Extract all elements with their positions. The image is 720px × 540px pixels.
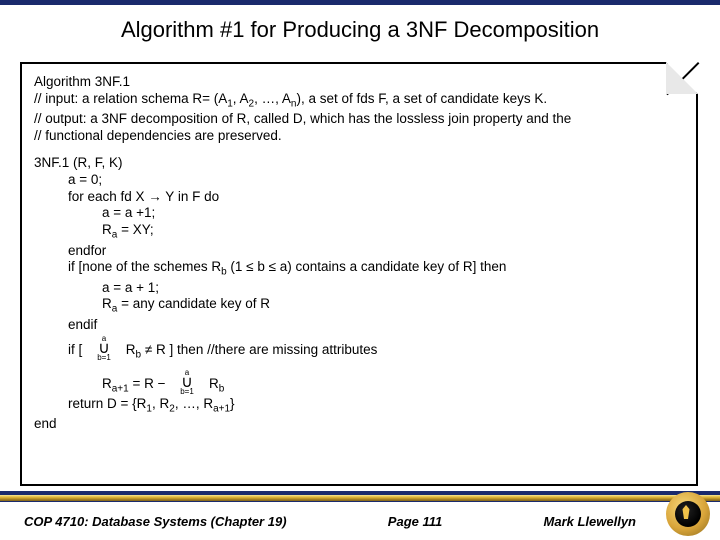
ret-close: } [230, 396, 235, 411]
line-return: return D = {R1, R2, …, Ra+1} [34, 396, 684, 416]
sub-2: 2 [249, 99, 255, 110]
algorithm-content: Algorithm 3NF.1 // input: a relation sch… [22, 64, 696, 439]
svg-text:b=1: b=1 [180, 387, 194, 394]
r-minus: R − [144, 376, 165, 391]
slide-title: Algorithm #1 for Producing a 3NF Decompo… [0, 5, 720, 53]
line-incr2: a = a + 1; [34, 280, 684, 297]
footer-gold-bar [0, 492, 720, 502]
input-line: // input: a relation schema R= (A1, A2, … [34, 91, 684, 111]
input-prefix: // input: a relation schema R= (A [34, 91, 227, 106]
rb-sub: b [136, 349, 142, 360]
rb-r2: R [209, 376, 219, 391]
sub-ap1: a+1 [112, 383, 129, 394]
line-raplus1: Ra+1 = R − a ∪ b=1 Rb [34, 368, 684, 396]
svg-text:b=1: b=1 [97, 353, 111, 360]
rb-r: R [126, 342, 136, 357]
if-post: a) contains a candidate key of R] then [276, 259, 506, 274]
footer: COP 4710: Database Systems (Chapter 19) … [0, 492, 720, 540]
line-end: end [34, 416, 684, 433]
rb-sub2: b [219, 383, 225, 394]
foreach-pre: for each fd X [68, 189, 148, 204]
algorithm-box: Algorithm 3NF.1 // input: a relation sch… [20, 62, 698, 486]
leq-2: ≤ [269, 259, 276, 274]
line-endfor: endfor [34, 243, 684, 260]
output-line-2: // functional dependencies are preserved… [34, 128, 684, 145]
line-ra-xy: Ra = XY; [34, 222, 684, 242]
union-symbol-1: a ∪ b=1 [86, 334, 122, 360]
algorithm-body: 3NF.1 (R, F, K) a = 0; for each fd X → Y… [34, 155, 684, 433]
eq-key: = any candidate key of R [117, 296, 270, 311]
neq-icon: ≠ [145, 342, 152, 357]
ellipsis: … [262, 91, 276, 106]
eq3: = [129, 376, 144, 391]
slide: Algorithm #1 for Producing a 3NF Decompo… [0, 0, 720, 540]
line-foreach: for each fd X → Y in F do [34, 189, 684, 206]
logo-pegasus-icon [675, 501, 701, 527]
signature: 3NF.1 (R, F, K) [34, 155, 684, 172]
output-line-1: // output: a 3NF decomposition of R, cal… [34, 111, 684, 128]
input-tail: ), a set of fds F, a set of candidate ke… [296, 91, 547, 106]
leq-1: ≤ [246, 259, 253, 274]
paren: (1 [227, 259, 247, 274]
line-if-candidate: if [none of the schemes Rb (1 ≤ b ≤ a) c… [34, 259, 684, 279]
ret-pre: return D = {R [68, 396, 146, 411]
if2-post: ] then //there are missing attributes [170, 342, 378, 357]
ucf-logo [666, 492, 710, 536]
ra: R [102, 222, 112, 237]
if-pre: if [none of the schemes R [68, 259, 221, 274]
ra3: R [102, 376, 112, 391]
algorithm-name: Algorithm 3NF.1 [34, 74, 684, 91]
line-endif: endif [34, 317, 684, 334]
if2-pre: if [ [68, 342, 86, 357]
line-a-init: a = 0; [34, 172, 684, 189]
ra2: R [102, 296, 112, 311]
footer-center: Page 111 [287, 514, 544, 529]
line-incr: a = a +1; [34, 205, 684, 222]
line-if-missing: if [ a ∪ b=1 Rb ≠ R ] then //there are m… [34, 334, 684, 362]
union-symbol-2: a ∪ b=1 [169, 368, 205, 394]
ret-r2: , R [152, 396, 169, 411]
minus-icon: − [158, 376, 166, 391]
eq-xy: = XY; [117, 222, 153, 237]
footer-text: COP 4710: Database Systems (Chapter 19) … [0, 506, 720, 540]
foreach-post: Y in F do [162, 189, 219, 204]
arrow-icon: → [148, 189, 162, 204]
ret-dots: , …, R [175, 396, 213, 411]
page-fold-corner [666, 62, 698, 94]
r-lone: R [156, 342, 170, 357]
footer-left: COP 4710: Database Systems (Chapter 19) [24, 514, 287, 529]
ret-subap1: a+1 [213, 404, 230, 415]
line-ra-key: Ra = any candidate key of R [34, 296, 684, 316]
union-rb-1: Rb [126, 342, 141, 357]
algorithm-header: Algorithm 3NF.1 // input: a relation sch… [34, 74, 684, 145]
sub-1: 1 [227, 99, 233, 110]
b-mid: b [254, 259, 269, 274]
union-rb-2: Rb [209, 376, 224, 391]
